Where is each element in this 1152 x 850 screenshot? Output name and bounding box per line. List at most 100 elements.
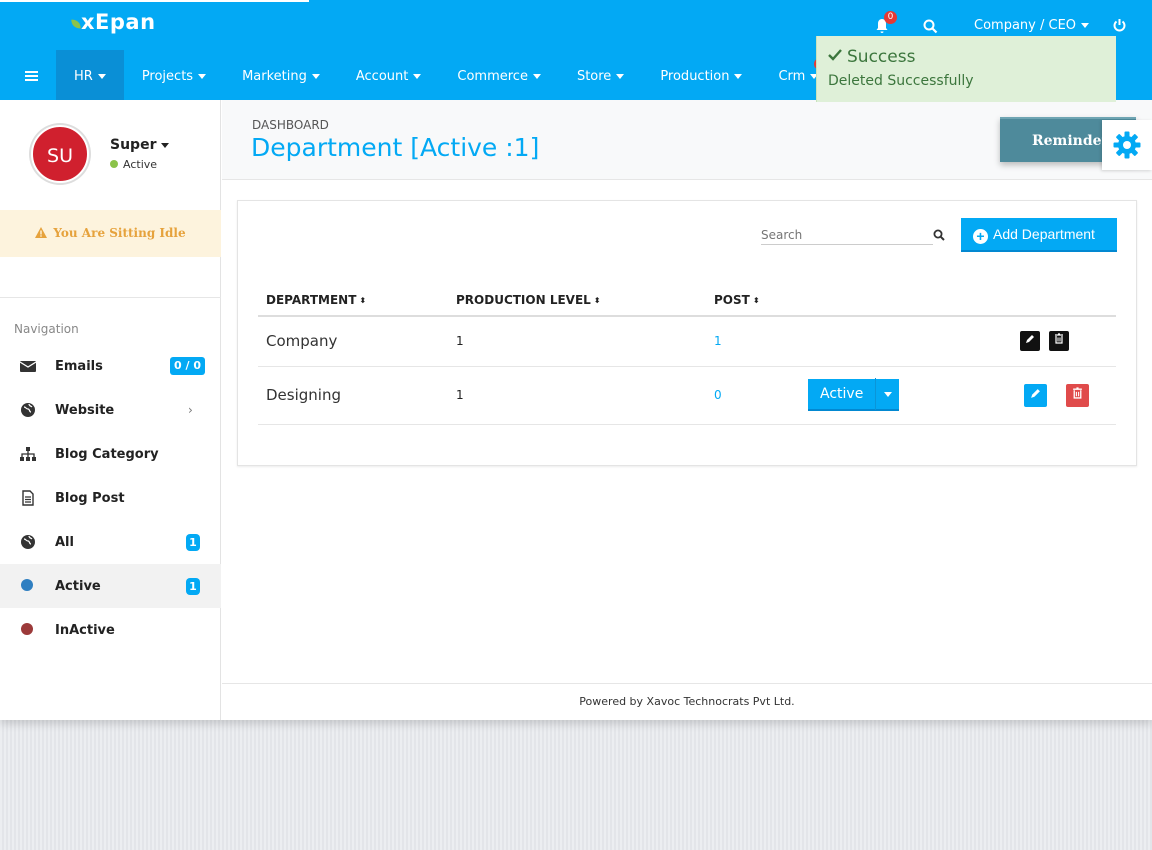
add-department-button[interactable]: + Add Department: [961, 218, 1117, 252]
column-header-post[interactable]: POST ⬍: [706, 284, 808, 317]
nav-production[interactable]: Production: [642, 50, 760, 100]
page-title: Department [Active :1]: [251, 133, 540, 162]
column-header-production-level[interactable]: PRODUCTION LEVEL ⬍: [448, 284, 706, 317]
production-level: 1: [448, 366, 706, 425]
nav-label: Store: [576, 69, 612, 84]
nav-projects[interactable]: Projects: [124, 50, 224, 100]
user-status-text: Active: [123, 158, 158, 171]
edit-button[interactable]: [1020, 331, 1040, 352]
nav-label: Crm: [778, 69, 806, 84]
envelope-icon: [20, 361, 36, 372]
sidebar-item-emails[interactable]: Emails 0 / 0: [0, 344, 221, 388]
nav-store[interactable]: Store: [559, 50, 642, 100]
nav-label: Commerce: [457, 69, 528, 84]
nav-hr[interactable]: HR: [56, 50, 124, 100]
delete-button[interactable]: [1066, 383, 1090, 407]
status-action-button[interactable]: Active: [808, 386, 875, 402]
chevron-down-icon: [97, 74, 106, 79]
avatar[interactable]: SU: [31, 125, 89, 183]
emails-count-badge: 0 / 0: [170, 357, 205, 375]
sidebar-item-active[interactable]: Active 1: [0, 564, 221, 608]
sort-icon: ⬍: [752, 295, 760, 305]
actions-cell: [988, 316, 1116, 367]
toast-message: Deleted Successfully: [828, 73, 974, 89]
sidebar-item-label: Website: [55, 402, 115, 418]
status-cell: Active: [808, 366, 988, 425]
sidebar-item-label: InActive: [55, 622, 115, 638]
sidebar-nav: Emails 0 / 0 Website › Blog Category Blo…: [0, 344, 221, 652]
column-header-department[interactable]: DEPARTMENT ⬍: [258, 284, 448, 317]
chevron-down-icon: [734, 74, 743, 79]
file-text-icon: [22, 490, 34, 506]
sidebar-item-label: Blog Category: [55, 446, 159, 462]
menu-toggle-icon[interactable]: [25, 71, 38, 83]
check-icon: [828, 49, 842, 61]
loading-bar: [0, 0, 309, 2]
column-header-label: DEPARTMENT: [266, 292, 357, 307]
pencil-icon: [1031, 388, 1040, 398]
actions-cell: [988, 366, 1116, 425]
production-level: 1: [448, 316, 706, 367]
divider: [0, 297, 221, 298]
nav-label: Account: [355, 69, 409, 84]
brand-logo[interactable]: xEpan: [71, 10, 156, 34]
all-count-badge: 1: [186, 534, 200, 551]
nav-label: Production: [660, 69, 730, 84]
warning-icon: [35, 227, 48, 238]
sidebar-item-label: All: [55, 534, 74, 550]
sidebar-item-label: Emails: [55, 358, 103, 374]
column-header-label: PRODUCTION LEVEL: [456, 292, 591, 307]
status-action-split-button: Active: [808, 378, 900, 411]
sidebar-item-all[interactable]: All 1: [0, 520, 221, 564]
user-name: Super: [110, 137, 157, 153]
department-table: DEPARTMENT ⬍ PRODUCTION LEVEL ⬍ POST ⬍ Comp…: [258, 284, 1116, 425]
sidebar-item-blog-category[interactable]: Blog Category: [0, 432, 221, 476]
chevron-down-icon: [198, 74, 207, 79]
nav-marketing[interactable]: Marketing: [224, 50, 338, 100]
sidebar-item-blog-post[interactable]: Blog Post: [0, 476, 221, 520]
nav-commerce[interactable]: Commerce: [439, 50, 559, 100]
sitemap-icon: [20, 447, 36, 461]
user-role-menu[interactable]: Company / CEO: [974, 18, 1090, 33]
trash-icon: [1073, 386, 1083, 399]
success-toast[interactable]: Success Deleted Successfully: [816, 36, 1116, 102]
nav-label: Projects: [141, 69, 194, 84]
chevron-down-icon: [1081, 23, 1090, 28]
user-name-menu[interactable]: Super: [110, 137, 170, 153]
add-department-label: Add Department: [993, 226, 1095, 242]
department-name: Designing: [258, 366, 448, 425]
column-header-label: POST: [714, 292, 750, 307]
column-header-actions: [988, 284, 1116, 317]
delete-button[interactable]: [1049, 331, 1070, 352]
breadcrumb[interactable]: DASHBOARD: [252, 118, 329, 132]
sidebar-item-inactive[interactable]: InActive: [0, 608, 221, 652]
department-panel: +Add Department DEPARTMENT⬍ PRODUCTION L…: [237, 200, 1137, 466]
gear-icon: [1113, 131, 1141, 159]
search-icon[interactable]: [923, 19, 938, 34]
chevron-right-icon: ›: [188, 403, 193, 417]
globe-icon: [21, 535, 35, 549]
brand-text: xEpan: [81, 10, 156, 34]
idle-notice: You Are Sitting Idle: [0, 210, 221, 257]
leaf-icon: [71, 18, 81, 30]
chevron-down-icon: [161, 142, 170, 148]
search-icon[interactable]: [933, 229, 945, 241]
notification-count-badge: 0: [884, 11, 897, 24]
user-status: Active: [110, 158, 157, 171]
status-cell: [808, 316, 988, 367]
post-count-link[interactable]: 1: [706, 316, 808, 367]
active-count-badge: 1: [186, 578, 200, 595]
status-dropdown-toggle[interactable]: [875, 378, 899, 410]
status-dot-icon: [110, 160, 118, 168]
sidebar-item-website[interactable]: Website ›: [0, 388, 221, 432]
red-circle-icon: [21, 623, 33, 635]
power-icon[interactable]: [1112, 18, 1127, 33]
pencil-icon: [1026, 335, 1034, 344]
nav-account[interactable]: Account: [338, 50, 440, 100]
post-count-link[interactable]: 0: [706, 366, 808, 425]
settings-toggle[interactable]: [1102, 120, 1152, 170]
search-input[interactable]: [761, 225, 933, 245]
edit-button[interactable]: [1024, 383, 1047, 407]
footer: Powered by Xavoc Technocrats Pvt Ltd.: [222, 683, 1152, 720]
sort-icon: ⬍: [359, 295, 367, 305]
